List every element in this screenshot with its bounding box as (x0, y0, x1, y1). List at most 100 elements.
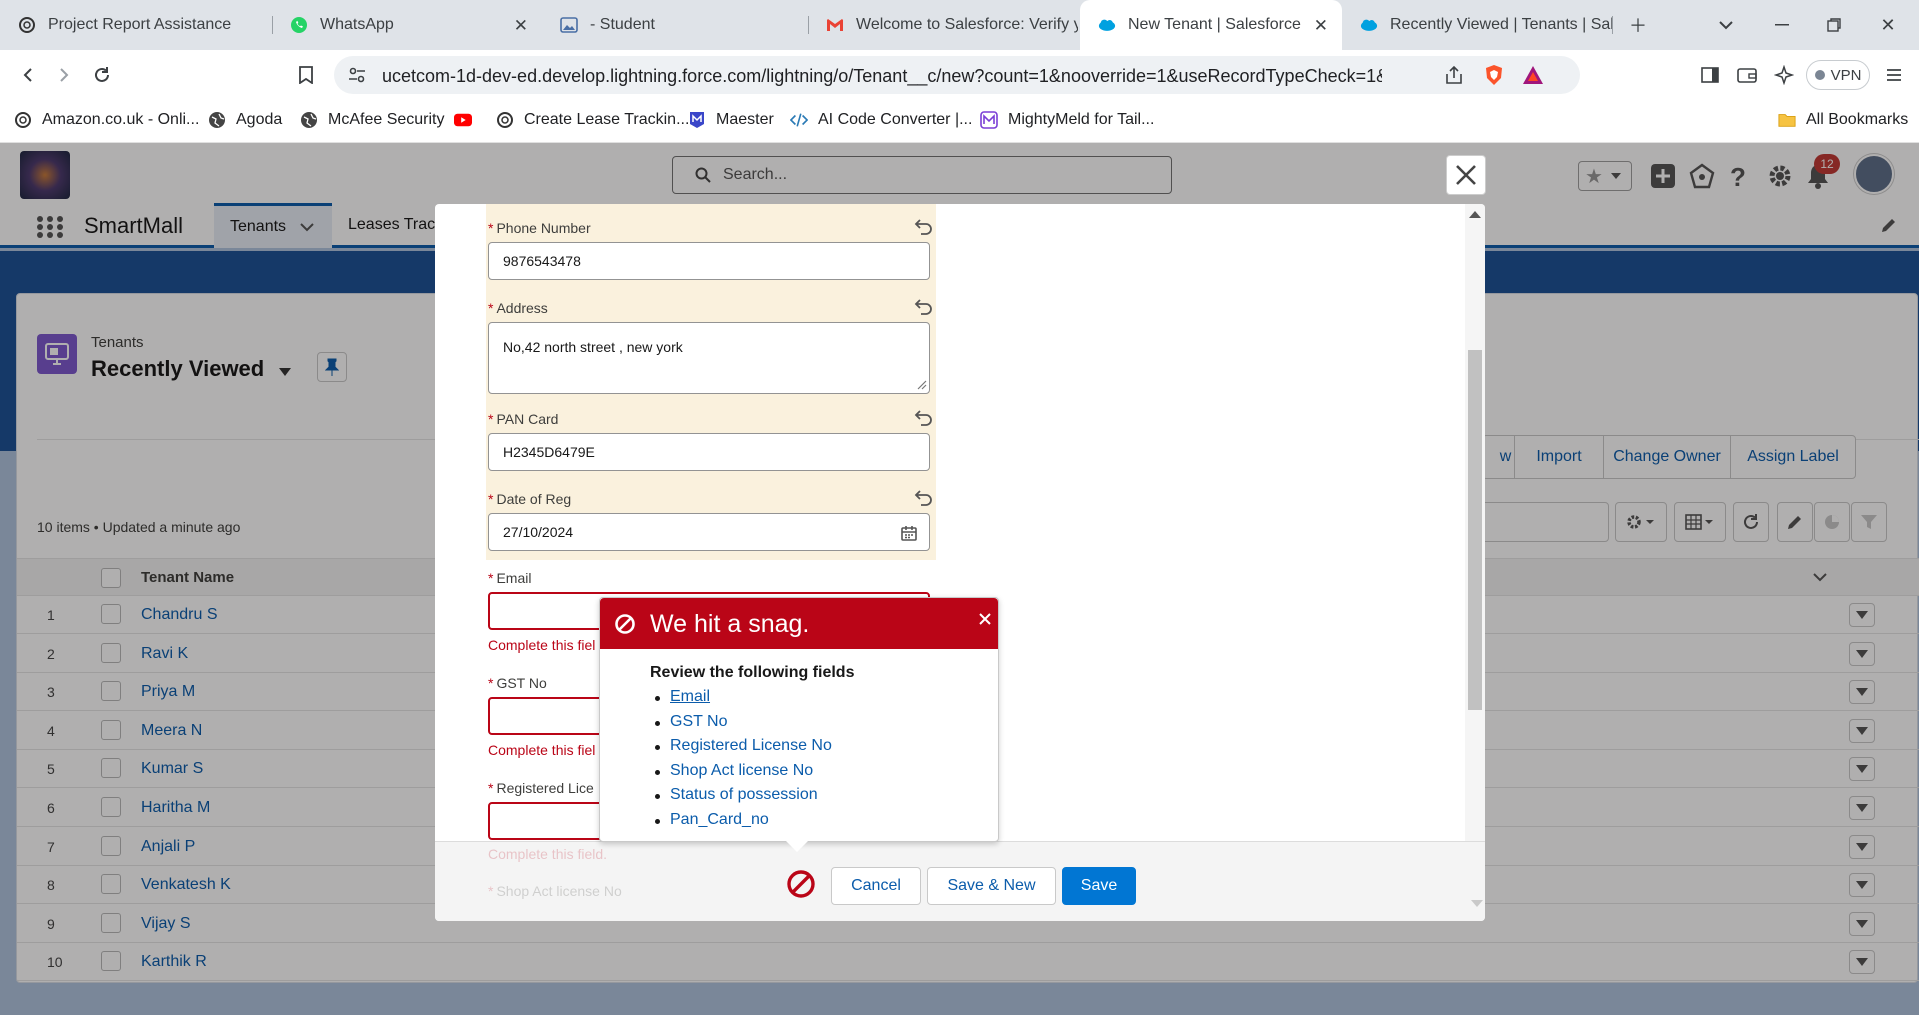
error-popover-title: We hit a snag. (650, 610, 810, 638)
browser-tab[interactable]: Project Report Assistance (0, 0, 272, 50)
vpn-button[interactable]: VPN (1806, 60, 1870, 90)
browser-tab-strip: Project Report Assistance WhatsApp ✕ - S… (0, 0, 1919, 50)
address-label: * Address (488, 300, 548, 316)
error-field-link[interactable]: Status of possession (655, 786, 832, 811)
vpn-label: VPN (1830, 66, 1862, 84)
new-tab-icon[interactable]: ＋ (1612, 0, 1664, 50)
brave-shield-icon[interactable] (1484, 64, 1504, 86)
globe-icon (300, 111, 318, 129)
gst-no-error: Complete this fiel (488, 742, 596, 758)
image-icon (560, 16, 578, 34)
folder-icon (1778, 111, 1796, 129)
browser-tab[interactable]: Welcome to Salesforce: Verify y (808, 0, 1078, 50)
bookmark-youtube[interactable] (454, 111, 482, 129)
openai-icon (18, 16, 36, 34)
youtube-icon (454, 111, 472, 129)
close-icon (1456, 165, 1476, 185)
salesforce-icon (1360, 16, 1378, 34)
amazon-icon (14, 111, 32, 129)
error-field-list: Email GST No Registered License No Shop … (655, 688, 832, 836)
bookmark-agoda[interactable]: Agoda (208, 111, 282, 129)
modal-scrollbar[interactable] (1465, 204, 1485, 841)
back-icon[interactable] (14, 61, 42, 89)
undo-icon[interactable] (913, 487, 933, 507)
error-icon[interactable] (786, 869, 816, 899)
save-and-new-button[interactable]: Save & New (927, 867, 1056, 905)
browser-tab-active[interactable]: New Tenant | Salesforce ✕ (1080, 0, 1342, 50)
error-icon (615, 614, 635, 634)
salesforce-icon (1098, 16, 1116, 34)
phone-number-input[interactable]: 9876543478 (488, 242, 930, 280)
menu-icon[interactable] (1880, 61, 1908, 89)
bookmarks-bar: Amazon.co.uk - Onli... Agoda McAfee Secu… (0, 100, 1919, 143)
bookmark-create-lease[interactable]: Create Lease Trackin... (496, 111, 689, 129)
address-textarea[interactable]: No,42 north street , new york (488, 322, 930, 394)
bookmark-mightymeld[interactable]: MightyMeld for Tail... (980, 111, 1154, 129)
wallet-icon[interactable] (1733, 61, 1761, 89)
cancel-button[interactable]: Cancel (831, 867, 921, 905)
close-modal-button[interactable] (1446, 155, 1486, 195)
all-bookmarks-folder[interactable]: All Bookmarks (1778, 111, 1908, 129)
address-bar[interactable]: ucetcom-1d-dev-ed.develop.lightning.forc… (334, 56, 1580, 94)
error-popover-subtitle: Review the following fields (650, 664, 855, 681)
tab-title: Recently Viewed | Tenants | Sale (1390, 16, 1612, 33)
save-button[interactable]: Save (1062, 867, 1136, 905)
tab-search-icon[interactable] (1700, 0, 1752, 50)
reload-icon[interactable] (88, 61, 116, 89)
undo-icon[interactable] (913, 296, 933, 316)
bookmark-mcafee[interactable]: McAfee Security (300, 111, 444, 129)
bookmark-amazon[interactable]: Amazon.co.uk - Onli... (14, 111, 199, 129)
date-of-reg-input[interactable]: 27/10/2024 (488, 513, 930, 551)
scroll-down-icon[interactable] (1471, 900, 1483, 907)
registered-license-label: * Registered Lice (488, 780, 594, 796)
tab-title: New Tenant | Salesforce (1128, 16, 1301, 33)
bookmark-maester[interactable]: Maester (688, 111, 774, 129)
date-of-reg-label: * Date of Reg (488, 491, 572, 507)
tab-title: - Student (590, 16, 655, 33)
site-info-icon[interactable] (348, 66, 366, 84)
close-icon[interactable] (979, 613, 991, 625)
undo-icon[interactable] (913, 407, 933, 427)
error-field-link[interactable]: Shop Act license No (655, 762, 832, 787)
close-window-icon[interactable]: ✕ (1862, 0, 1914, 50)
url-text: ucetcom-1d-dev-ed.develop.lightning.forc… (382, 66, 1382, 86)
error-popover: We hit a snag. Review the following fiel… (599, 597, 999, 842)
share-icon[interactable] (1444, 65, 1464, 85)
scroll-up-icon[interactable] (1469, 211, 1481, 218)
minimize-icon[interactable] (1756, 0, 1808, 50)
resize-handle-icon[interactable] (917, 380, 927, 390)
tab-title: WhatsApp (320, 16, 394, 33)
phone-number-label: * Phone Number (488, 220, 591, 236)
error-field-link[interactable]: Registered License No (655, 737, 832, 762)
pan-card-input[interactable]: H2345D6479E (488, 433, 930, 471)
brave-rewards-icon[interactable] (1522, 65, 1544, 85)
calendar-icon[interactable] (901, 525, 917, 541)
close-tab-icon[interactable]: ✕ (1314, 16, 1328, 36)
leo-ai-icon[interactable] (1770, 61, 1798, 89)
sidebar-icon[interactable] (1696, 61, 1724, 89)
restore-icon[interactable] (1808, 0, 1860, 50)
tab-title: Welcome to Salesforce: Verify y (856, 16, 1078, 33)
error-popover-header: We hit a snag. (600, 598, 998, 649)
email-error: Complete this fiel (488, 637, 596, 653)
gst-no-label: * GST No (488, 675, 547, 691)
error-field-link[interactable]: Email (655, 688, 832, 713)
gmail-icon (826, 16, 844, 34)
close-tab-icon[interactable]: ✕ (514, 16, 528, 36)
error-field-link[interactable]: GST No (655, 713, 832, 738)
globe-icon (208, 111, 226, 129)
bookmark-icon[interactable] (292, 61, 320, 89)
undo-icon[interactable] (913, 216, 933, 236)
error-field-link[interactable]: Pan_Card_no (655, 811, 832, 836)
email-label: * Email (488, 570, 532, 586)
scrollbar-thumb[interactable] (1468, 350, 1482, 710)
browser-tab[interactable]: WhatsApp ✕ (272, 0, 542, 50)
modal-footer: Complete this field. * Shop Act license N… (435, 841, 1485, 921)
bookmark-ai-code-converter[interactable]: AI Code Converter |... (790, 111, 972, 129)
mightymeld-icon (980, 111, 998, 129)
browser-tab[interactable]: - Student (542, 0, 808, 50)
registered-license-error: Complete this field. (488, 846, 608, 862)
browser-tab[interactable]: Recently Viewed | Tenants | Sale (1342, 0, 1612, 50)
maester-icon (688, 111, 706, 129)
forward-icon[interactable] (50, 61, 78, 89)
